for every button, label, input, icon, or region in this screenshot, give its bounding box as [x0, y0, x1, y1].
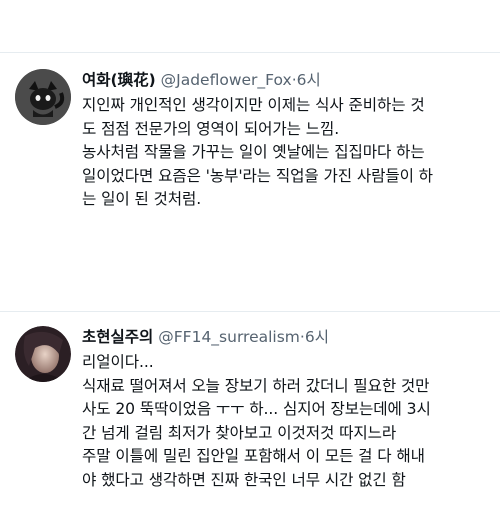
tweet-line: 사도 20 뚝딱이었음 ㅜㅜ 하... 심지어 장보는데에 3시 — [82, 400, 431, 418]
tweet-line: 야 했다고 생각하면 진짜 한국인 너무 시간 없긴 함 — [82, 470, 406, 489]
tweet-line: 도 점점 전문가의 영역이 되어가는 느낌. — [82, 119, 340, 138]
tweet-line: 리얼이다... — [82, 353, 154, 371]
fox-avatar-icon — [15, 69, 71, 125]
tweet-line: 식재료 떨어져서 오늘 장보기 하러 갔더니 필요한 것만 — [82, 376, 430, 395]
user-handle[interactable]: @FF14_surrealism — [158, 328, 300, 346]
display-name[interactable]: 초현실주의 — [82, 328, 153, 346]
portrait-avatar — [15, 326, 71, 382]
avatar-surrealism[interactable] — [15, 326, 71, 382]
user-handle[interactable]: @Jadeflower_Fox — [161, 71, 292, 89]
timestamp[interactable]: 6시 — [305, 328, 329, 346]
tweet-2[interactable]: 초현실주의 @FF14_surrealism·6시 리얼이다... 식재료 떨어… — [0, 312, 500, 530]
display-name[interactable]: 여화(璵花) — [82, 71, 156, 89]
tweet-line: 농사처럼 작물을 가꾸는 일이 옛날에는 집집마다 하는 — [82, 143, 425, 161]
tweet-line: 지인짜 개인적인 생각이지만 이제는 식사 준비하는 것 — [82, 96, 425, 114]
avatar-jadeflower[interactable] — [15, 69, 71, 125]
tweet-text: 지인짜 개인적인 생각이지만 이제는 식사 준비하는 것 도 점점 전문가의 영… — [82, 94, 492, 212]
tweet-line: 주말 이틀에 밀린 집안일 포함해서 이 모든 걸 다 해내 — [82, 447, 425, 465]
timestamp[interactable]: 6시 — [297, 71, 321, 89]
tweet-text: 리얼이다... 식재료 떨어져서 오늘 장보기 하러 갔더니 필요한 것만 사도… — [82, 351, 492, 492]
tweet-line: 간 넘게 걸림 최저가 찾아보고 이것저것 따지느라 — [82, 423, 397, 442]
tweet-header: 여화(璵花) @Jadeflower_Fox·6시 — [82, 69, 492, 91]
tweet-line: 는 일이 된 것처럼. — [82, 190, 202, 208]
tweet-header: 초현실주의 @FF14_surrealism·6시 — [82, 326, 492, 348]
tweet-line: 일이었다면 요즘은 '농부'라는 직업을 가진 사람들이 하 — [82, 166, 433, 185]
tweet-1[interactable]: 여화(璵花) @Jadeflower_Fox·6시 지인짜 개인적인 생각이지만… — [0, 53, 500, 308]
